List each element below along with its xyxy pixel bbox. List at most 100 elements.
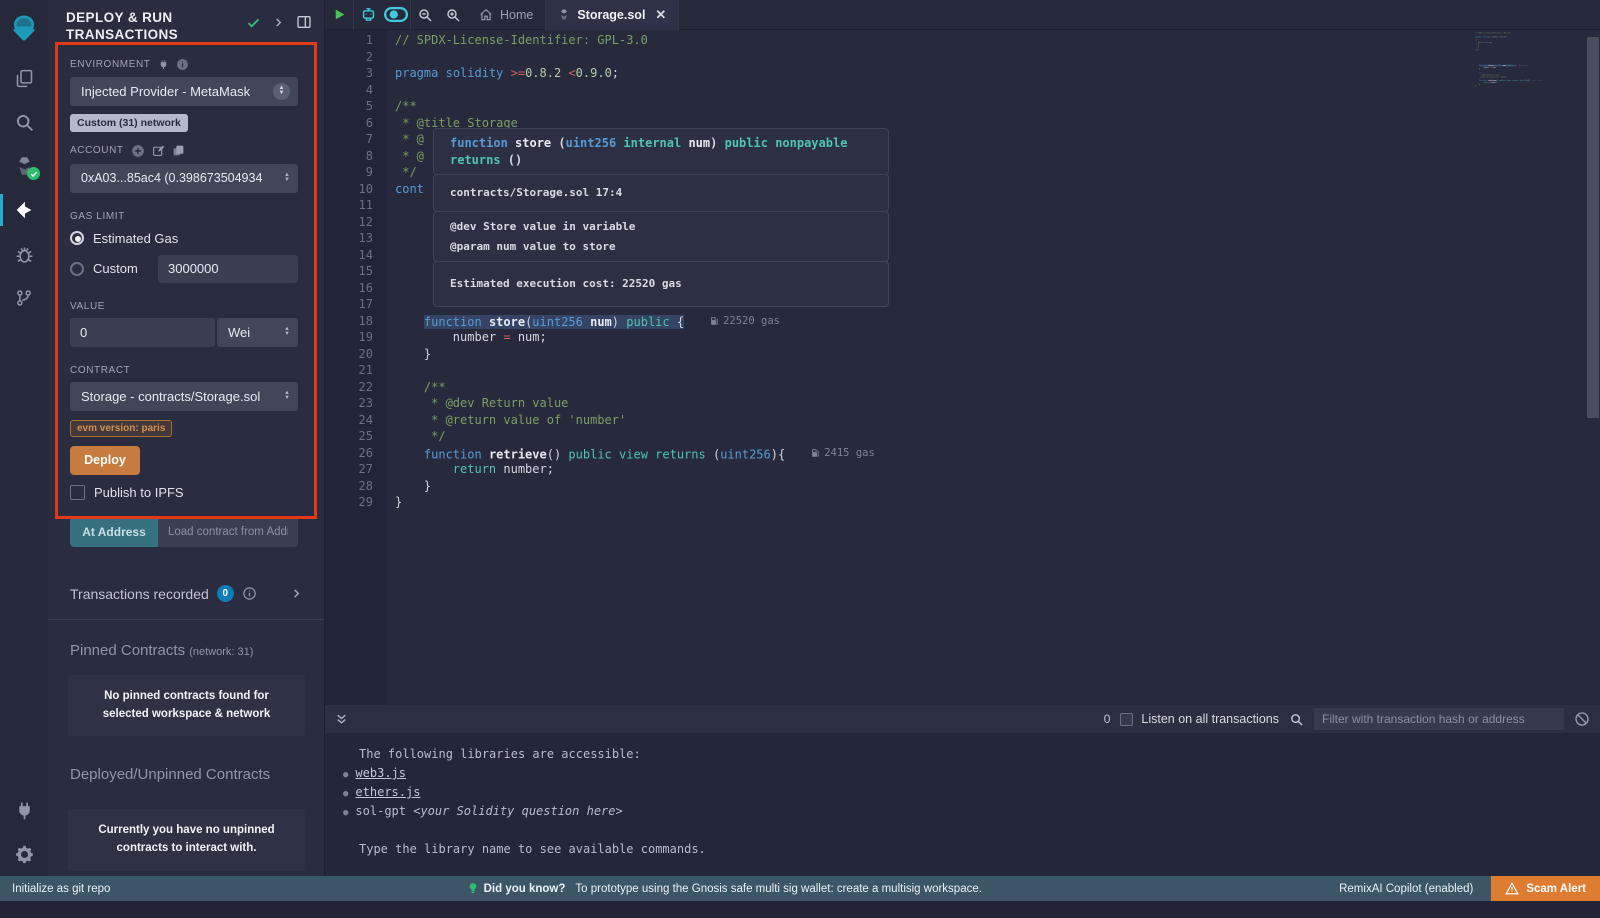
publish-ipfs-label: Publish to IPFS: [94, 485, 184, 500]
line-number[interactable]: 18: [325, 313, 373, 330]
contract-select[interactable]: Storage - contracts/Storage.sol ▲▼: [70, 382, 298, 411]
line-number[interactable]: 5: [325, 98, 373, 115]
plugin-manager-icon[interactable]: [0, 788, 48, 832]
git-icon[interactable]: [0, 276, 48, 320]
clear-console-icon[interactable]: [1574, 711, 1590, 727]
tab-storage-sol[interactable]: Storage.sol ✕: [546, 0, 678, 30]
line-number[interactable]: 25: [325, 428, 373, 445]
line-number[interactable]: 24: [325, 412, 373, 429]
debugger-icon[interactable]: [0, 232, 48, 276]
editor-scrollbar[interactable]: [1587, 37, 1599, 418]
line-number[interactable]: 29: [325, 494, 373, 511]
code-line: */: [395, 428, 1600, 445]
gas-limit-label: GAS LIMIT: [70, 211, 298, 222]
line-number[interactable]: 4: [325, 82, 373, 99]
line-number[interactable]: 26: [325, 445, 373, 462]
deploy-run-icon[interactable]: [0, 188, 48, 232]
info-icon[interactable]: [242, 586, 257, 601]
publish-ipfs-checkbox[interactable]: [70, 485, 85, 500]
at-address-button[interactable]: At Address: [70, 517, 158, 547]
value-unit-select[interactable]: Wei ▲▼: [217, 318, 298, 347]
library-link[interactable]: web3.js: [355, 766, 406, 780]
run-script-icon[interactable]: [325, 0, 353, 30]
scam-alert-button[interactable]: Scam Alert: [1491, 876, 1600, 901]
git-init-status[interactable]: Initialize as git repo: [0, 883, 110, 895]
add-account-icon[interactable]: [131, 144, 145, 158]
transactions-recorded-label: Transactions recorded: [70, 586, 209, 602]
line-number[interactable]: 23: [325, 395, 373, 412]
library-link[interactable]: ethers.js: [355, 785, 420, 799]
line-number[interactable]: 28: [325, 478, 373, 495]
line-number[interactable]: 27: [325, 461, 373, 478]
line-number[interactable]: 7: [325, 131, 373, 148]
deploy-run-panel: DEPLOY & RUN TRANSACTIONS ENVIRONMENT In…: [48, 0, 325, 876]
line-number[interactable]: 17: [325, 296, 373, 313]
line-number[interactable]: 20: [325, 346, 373, 363]
line-number[interactable]: 21: [325, 362, 373, 379]
tooltip-signature: function store (uint256 internal num) pu…: [433, 128, 889, 175]
account-label: ACCOUNT: [70, 144, 298, 158]
close-tab-icon[interactable]: ✕: [655, 7, 666, 23]
edit-account-icon[interactable]: [152, 144, 165, 157]
chevron-right-icon[interactable]: [273, 17, 284, 28]
remix-logo-icon[interactable]: [0, 0, 48, 56]
file-explorer-icon[interactable]: [0, 56, 48, 100]
line-number[interactable]: 11: [325, 197, 373, 214]
pin-panel-icon[interactable]: [296, 14, 312, 30]
estimated-gas-radio[interactable]: [70, 231, 84, 245]
search-icon[interactable]: [0, 100, 48, 144]
line-number[interactable]: 22: [325, 379, 373, 396]
custom-gas-input[interactable]: [158, 255, 298, 283]
line-number[interactable]: 6: [325, 115, 373, 132]
line-number[interactable]: 3: [325, 65, 373, 82]
solidity-compiler-icon[interactable]: [0, 144, 48, 188]
line-number[interactable]: 1: [325, 32, 373, 49]
editor: Home Storage.sol ✕ 123456789101112131415…: [325, 0, 1600, 705]
zoom-out-icon[interactable]: [411, 0, 439, 30]
divider: [48, 619, 324, 620]
line-number[interactable]: 8: [325, 148, 373, 165]
copy-account-icon[interactable]: [172, 144, 185, 157]
tab-home[interactable]: Home: [467, 0, 545, 30]
transaction-filter-input[interactable]: [1314, 708, 1564, 730]
estimated-gas-label: Estimated Gas: [93, 231, 178, 246]
environment-select[interactable]: Injected Provider - MetaMask ▲▼: [70, 77, 298, 106]
plug-icon[interactable]: [158, 59, 169, 70]
listen-transactions-checkbox[interactable]: [1120, 713, 1133, 726]
line-number[interactable]: 2: [325, 49, 373, 66]
zoom-in-icon[interactable]: [439, 0, 467, 30]
terminal-line: The following libraries are accessible:: [331, 745, 1600, 764]
line-number[interactable]: 9: [325, 164, 373, 181]
code-area[interactable]: 1234567891011121314151617181920212223242…: [325, 30, 1600, 705]
value-input[interactable]: [70, 318, 215, 347]
line-number[interactable]: 10: [325, 181, 373, 198]
ai-assistant-icon[interactable]: [354, 0, 382, 30]
settings-gear-icon[interactable]: [0, 832, 48, 876]
line-number[interactable]: 14: [325, 247, 373, 264]
chevron-updown-icon: ▲▼: [284, 173, 290, 183]
deploy-button[interactable]: Deploy: [70, 446, 140, 475]
transactions-count-badge: 0: [217, 585, 234, 602]
check-icon: [246, 15, 261, 30]
line-number[interactable]: 13: [325, 230, 373, 247]
terminal-search-icon[interactable]: [1289, 712, 1304, 727]
line-number[interactable]: 19: [325, 329, 373, 346]
copilot-toggle[interactable]: [382, 0, 410, 30]
account-select[interactable]: 0xA03...85ac4 (0.398673504934 ▲▼: [70, 164, 298, 193]
value-label: VALUE: [70, 301, 298, 312]
collapse-terminal-icon[interactable]: [335, 712, 348, 726]
line-number[interactable]: 12: [325, 214, 373, 231]
hover-tooltip: function store (uint256 internal num) pu…: [433, 129, 889, 307]
at-address-input[interactable]: [158, 517, 298, 547]
transactions-recorded-row[interactable]: Transactions recorded 0: [48, 577, 324, 611]
line-number[interactable]: 15: [325, 263, 373, 280]
chevron-right-icon[interactable]: [291, 588, 302, 599]
terminal-line: ●sol-gpt <your Solidity question here>: [331, 802, 1600, 821]
copilot-status[interactable]: RemixAI Copilot (enabled): [1339, 883, 1473, 895]
line-number[interactable]: 16: [325, 280, 373, 297]
info-icon[interactable]: [176, 58, 189, 71]
custom-gas-radio[interactable]: [70, 262, 84, 276]
minimap[interactable]: // SPDX-License-Identifier: GPL-3.0pragm…: [1474, 32, 1546, 282]
did-you-know-tip: Did you know? To prototype using the Gno…: [468, 882, 982, 895]
solidity-file-icon: [558, 8, 570, 21]
